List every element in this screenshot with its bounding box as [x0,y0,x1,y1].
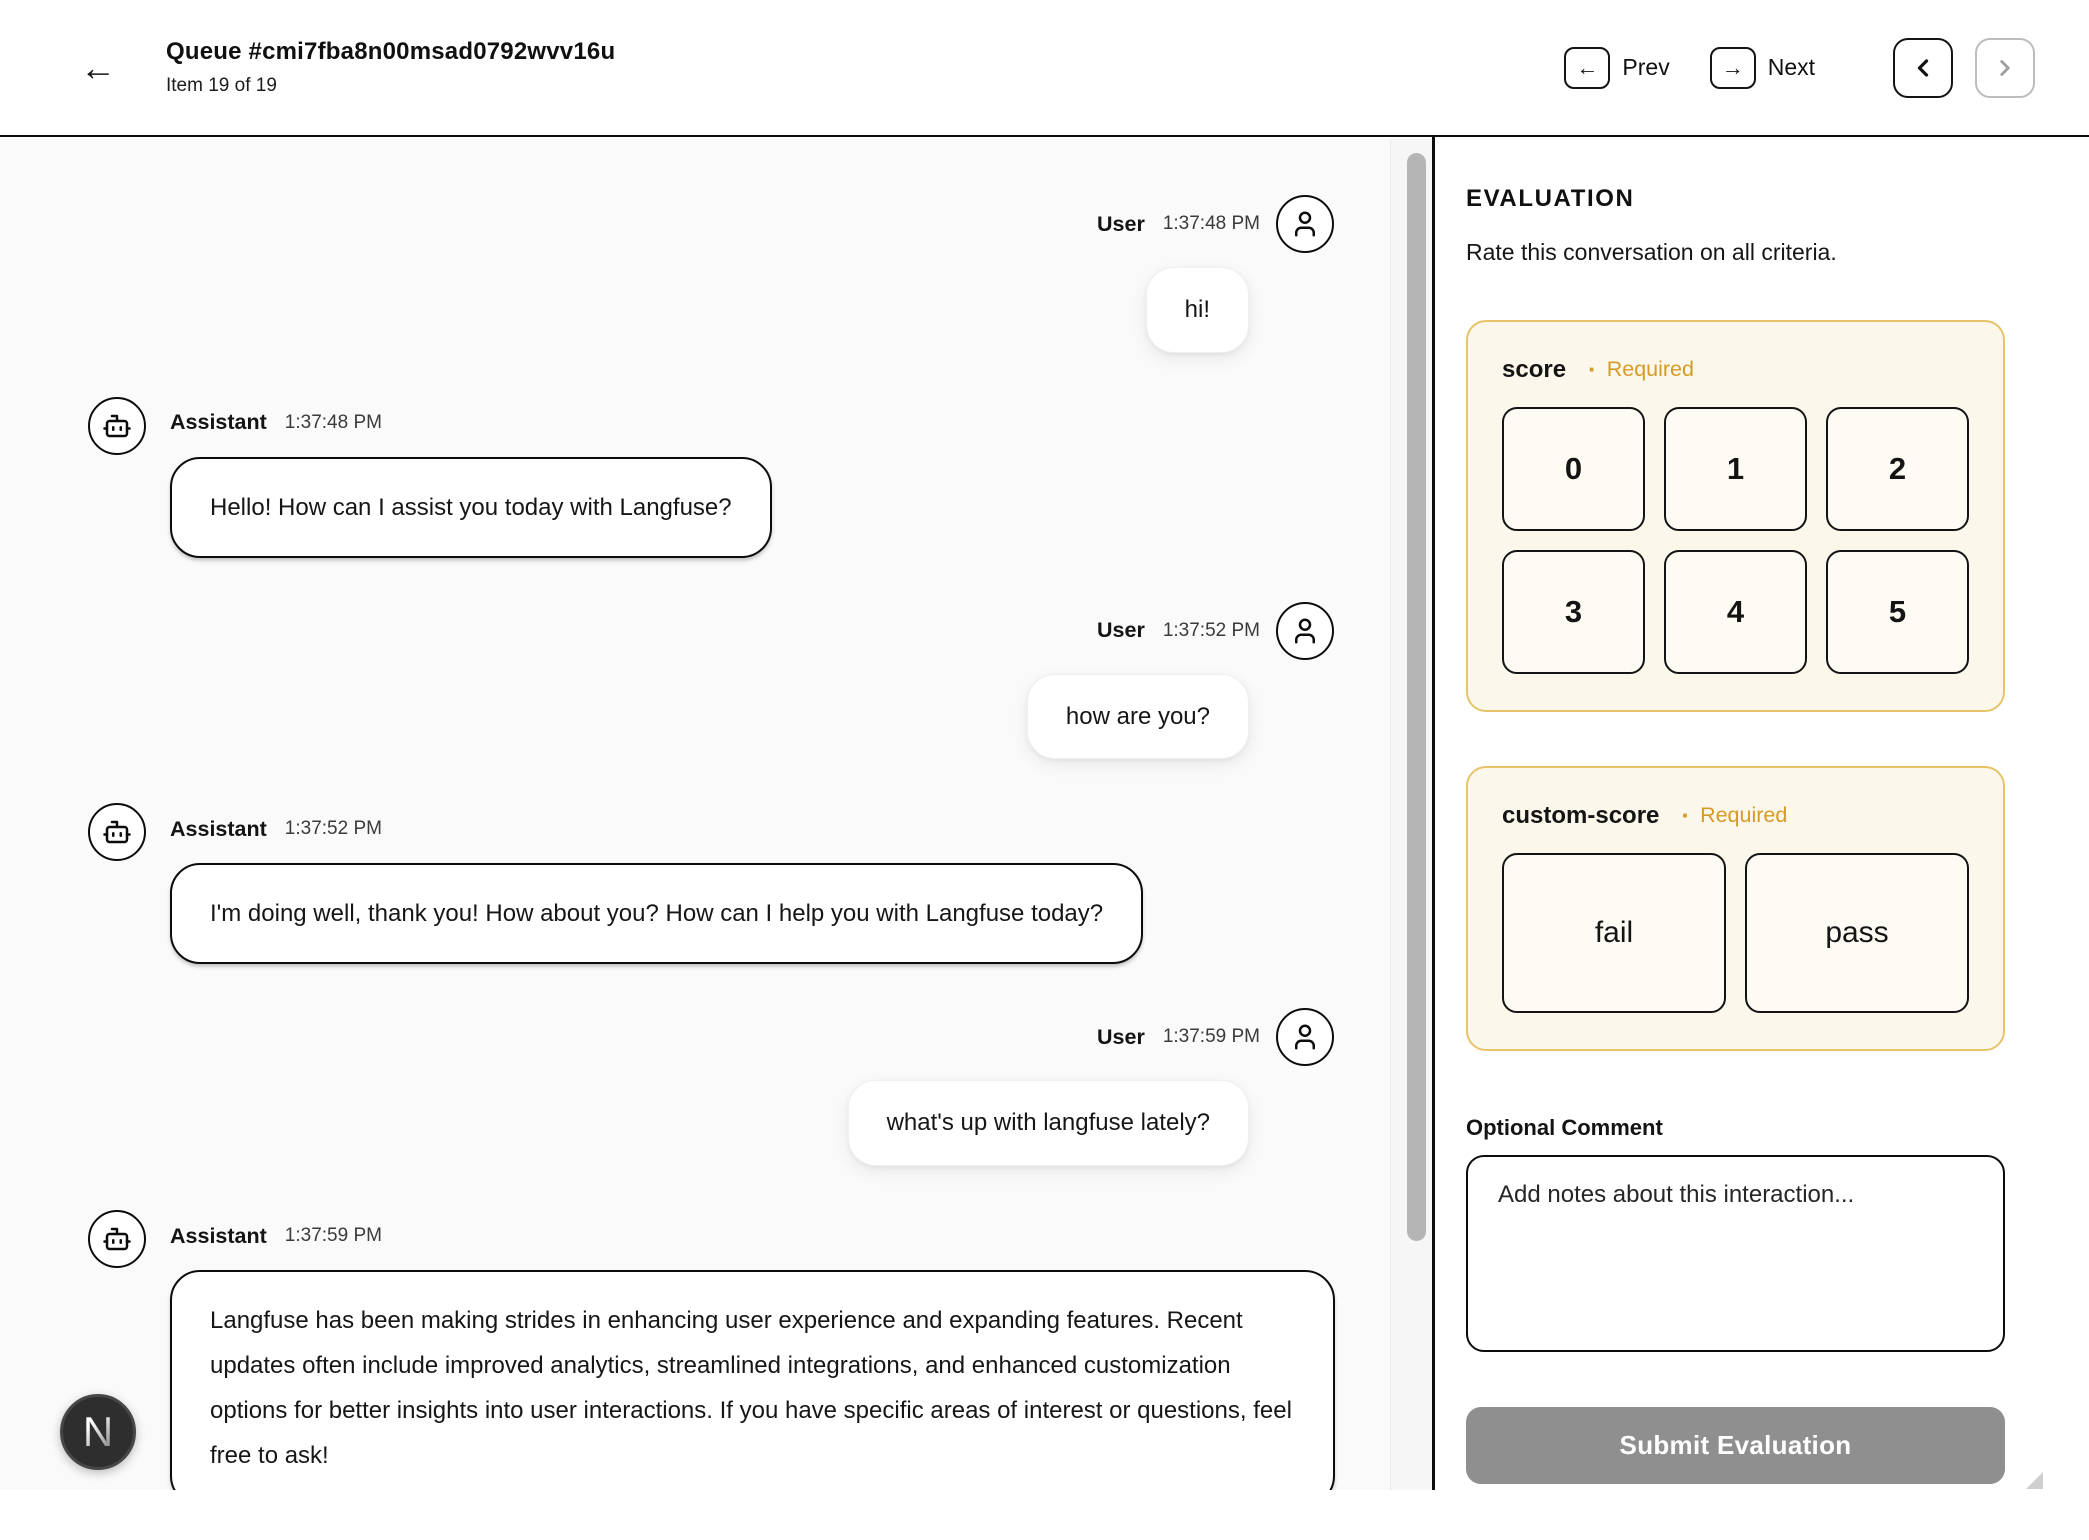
prev-item-button[interactable]: ← Prev [1564,47,1669,89]
bot-icon [102,411,132,441]
back-arrow-icon: ← [80,47,116,88]
criterion-header: score · Required [1502,354,1969,385]
option-score-1[interactable]: 1 [1664,407,1807,531]
nextjs-logo-icon: N [83,1408,113,1456]
arrow-left-key-icon: ← [1564,47,1610,89]
evaluation-panel: EVALUATION Rate this conversation on all… [1435,139,2089,1490]
message-bubble: hi! [1146,267,1249,353]
chat-message-assistant: Assistant 1:37:59 PM Langfuse has been m… [0,1210,1432,1490]
criterion-name: score [1502,356,1566,384]
annotation-queue-page: ← Queue #cmi7fba8n00msad0792wvv16u Item … [0,0,2089,1540]
message-bubble: how are you? [1027,674,1249,760]
message-timestamp: 1:37:48 PM [1163,213,1260,235]
bot-icon [102,1224,132,1254]
comment-input[interactable] [1466,1155,2005,1352]
message-author: Assistant [170,1224,267,1249]
prev-label: Prev [1622,54,1669,81]
option-custom-score-fail[interactable]: fail [1502,853,1726,1013]
chat-message-user: User 1:37:48 PM hi! [0,195,1432,353]
criterion-name: custom-score [1502,802,1659,830]
required-badge: Required [1700,803,1787,828]
page-next-button[interactable] [1975,38,2035,98]
message-header: Assistant 1:37:59 PM [170,1216,382,1256]
chat-message-user: User 1:37:59 PM what's up with langfuse … [0,1008,1432,1166]
criteria-list: score · Required 012 345 custom-score · R… [1466,320,2005,1051]
resize-grip-icon[interactable] [2026,1472,2043,1489]
back-button[interactable]: ← [76,46,120,90]
required-badge: Required [1607,357,1694,382]
chat-message-assistant: Assistant 1:37:52 PM I'm doing well, tha… [0,803,1432,964]
conversation-pane: User 1:37:48 PM hi! Assistant 1:37:48 PM… [0,139,1432,1490]
option-score-5[interactable]: 5 [1826,550,1969,674]
required-dot-icon: · [1588,354,1597,385]
user-avatar [1276,1008,1334,1066]
page-prev-button[interactable] [1893,38,1953,98]
message-author: User [1097,618,1145,643]
next-label: Next [1768,54,1815,81]
comment-label: Optional Comment [1466,1115,2005,1141]
required-dot-icon: · [1681,800,1690,831]
option-score-0[interactable]: 0 [1502,407,1645,531]
criterion-card: score · Required 012 345 [1466,320,2005,712]
header: ← Queue #cmi7fba8n00msad0792wvv16u Item … [0,0,2089,137]
message-header: User 1:37:48 PM [1097,195,1334,253]
pager-buttons [1893,38,2035,98]
chat-scrollbar[interactable] [1390,139,1432,1490]
user-icon [1290,616,1320,646]
criterion-options: 012 345 [1502,407,1969,674]
message-timestamp: 1:37:59 PM [285,1225,382,1247]
message-timestamp: 1:37:48 PM [285,412,382,434]
assistant-avatar [88,1210,146,1268]
message-timestamp: 1:37:59 PM [1163,1026,1260,1048]
chevron-left-icon [1909,54,1937,82]
message-author: Assistant [170,410,267,435]
next-item-button[interactable]: → Next [1710,47,1815,89]
assistant-avatar [88,803,146,861]
message-bubble: I'm doing well, thank you! How about you… [170,863,1143,964]
chat-message-user: User 1:37:52 PM how are you? [0,602,1432,760]
submit-evaluation-button[interactable]: Submit Evaluation [1466,1407,2005,1484]
nextjs-dev-badge[interactable]: N [60,1394,136,1470]
message-author: User [1097,1025,1145,1050]
user-icon [1290,209,1320,239]
user-icon [1290,1022,1320,1052]
criterion-header: custom-score · Required [1502,800,1969,831]
option-score-3[interactable]: 3 [1502,550,1645,674]
message-author: Assistant [170,817,267,842]
message-timestamp: 1:37:52 PM [285,818,382,840]
assistant-avatar [88,397,146,455]
evaluation-heading: EVALUATION [1466,185,2005,213]
chat-message-assistant: Assistant 1:37:48 PM Hello! How can I as… [0,397,1432,558]
chevron-right-icon [1992,55,2018,81]
arrow-right-key-icon: → [1710,47,1756,89]
message-bubble: what's up with langfuse lately? [848,1080,1249,1166]
message-timestamp: 1:37:52 PM [1163,620,1260,642]
message-header: User 1:37:52 PM [1097,602,1334,660]
chat-message-list: User 1:37:48 PM hi! Assistant 1:37:48 PM… [0,195,1432,1490]
title-block: Queue #cmi7fba8n00msad0792wvv16u Item 19… [166,38,615,97]
criterion-options: failpass [1502,853,1969,1013]
evaluation-instruction: Rate this conversation on all criteria. [1466,239,2005,266]
option-custom-score-pass[interactable]: pass [1745,853,1969,1013]
user-avatar [1276,195,1334,253]
item-counter: Item 19 of 19 [166,75,615,97]
option-score-2[interactable]: 2 [1826,407,1969,531]
option-score-4[interactable]: 4 [1664,550,1807,674]
message-header: Assistant 1:37:48 PM [170,403,382,443]
chat-scrollbar-thumb[interactable] [1407,153,1426,1241]
criterion-card: custom-score · Required failpass [1466,766,2005,1051]
message-header: Assistant 1:37:52 PM [170,809,382,849]
user-avatar [1276,602,1334,660]
message-bubble: Langfuse has been making strides in enha… [170,1270,1335,1490]
bot-icon [102,817,132,847]
page-title: Queue #cmi7fba8n00msad0792wvv16u [166,38,615,66]
message-bubble: Hello! How can I assist you today with L… [170,457,772,558]
message-header: User 1:37:59 PM [1097,1008,1334,1066]
message-author: User [1097,212,1145,237]
